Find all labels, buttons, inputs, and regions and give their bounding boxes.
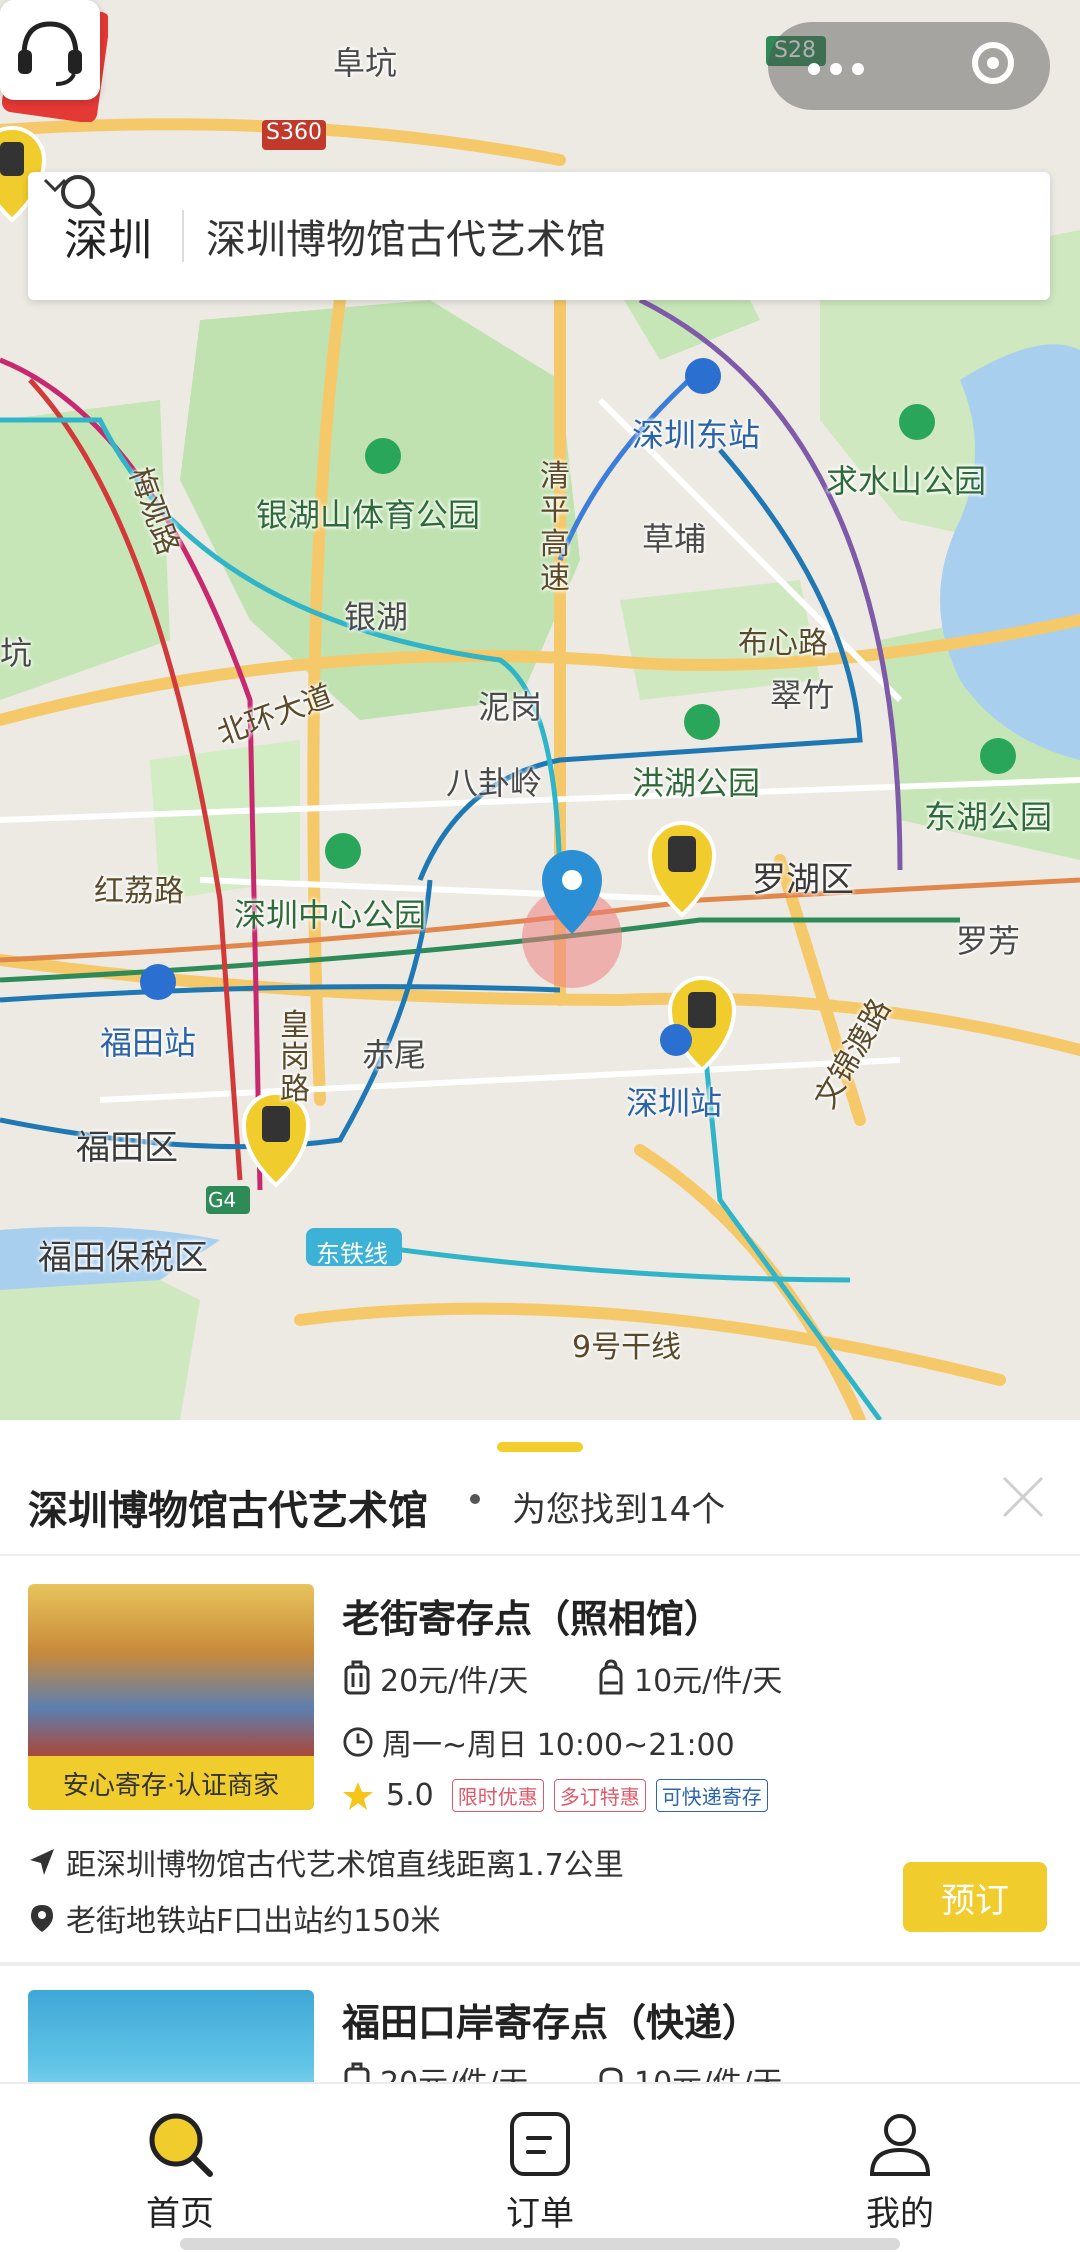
- distance-row: 距深圳博物馆古代艺术馆直线距离1.7公里: [28, 1840, 624, 1884]
- tab-orders-label: 订单: [506, 2194, 574, 2234]
- map-label-yinhu: 银湖: [344, 598, 409, 636]
- search-icon: [61, 175, 102, 216]
- divider: [182, 210, 184, 262]
- map-label-dongtie-line: 东铁线: [316, 1240, 388, 1268]
- map-label-keng: 坑: [0, 634, 33, 672]
- tab-mine[interactable]: 我的: [820, 2108, 980, 2235]
- exit-row: 老街地铁站F口出站约150米: [28, 1896, 441, 1940]
- results-panel[interactable]: 深圳博物馆古代艺术馆 为您找到14个 安心寄存·认证商家 老街寄存点（照相馆） …: [0, 1422, 1080, 2110]
- map-label-s360: S360: [266, 120, 322, 145]
- map-label-central-park: 深圳中心公园: [234, 896, 427, 934]
- store-photo[interactable]: 安心寄存·认证商家: [28, 1584, 314, 1810]
- price-bag-text: 10元/件/天: [634, 1664, 783, 1699]
- tag-multi-order: 多订特惠: [553, 1779, 646, 1812]
- opening-hours: 周一~周日 10:00~21:00: [342, 1720, 735, 1764]
- map-label-futian-station: 福田站: [100, 1024, 197, 1062]
- map-label-qingping: 清平高速: [540, 459, 570, 596]
- tab-orders[interactable]: 订单: [460, 2108, 620, 2235]
- tag-limited-offer: 限时优惠: [451, 1779, 544, 1812]
- map-label-luohu-district: 罗湖区: [752, 860, 854, 900]
- user-profile-icon: [869, 2114, 931, 2176]
- map-label-huanggang-road: 皇岗路: [280, 1008, 310, 1107]
- map-view[interactable]: 阜坑 S360 S28 深圳东站 求水山公园 银湖山体育公园 草埔 银湖 布心路…: [0, 0, 1080, 1420]
- map-label-caopu: 草埔: [642, 520, 707, 558]
- order-list-icon: [510, 2112, 570, 2176]
- search-bar[interactable]: 深圳 深圳博物馆古代艺术馆: [28, 172, 1050, 300]
- book-button[interactable]: 预订: [903, 1862, 1047, 1932]
- exit-text: 老街地铁站F口出站约150米: [66, 1904, 441, 1939]
- store-name[interactable]: 老街寄存点（照相馆）: [342, 1588, 722, 1643]
- divider: [0, 1962, 1080, 1966]
- rating-row: 5.0 限时优惠 多订特惠 可快递寄存: [342, 1778, 768, 1813]
- map-label-cuizhu: 翠竹: [770, 676, 835, 714]
- divider: [0, 1554, 1080, 1556]
- distance-text: 距深圳博物馆古代艺术馆直线距离1.7公里: [66, 1848, 624, 1883]
- price-luggage-text: 20元/件/天: [380, 1664, 529, 1699]
- price-bag: 10元/件/天: [596, 1656, 782, 1700]
- location-pin-icon: [31, 1905, 53, 1932]
- map-label-nigang: 泥岗: [478, 688, 543, 726]
- home-indicator: [180, 2238, 900, 2250]
- mini-program-capsule: [768, 22, 1050, 110]
- map-label-chiwei: 赤尾: [362, 1036, 427, 1074]
- tab-home[interactable]: 首页: [100, 2108, 260, 2235]
- close-program-icon[interactable]: [972, 42, 1014, 84]
- separator-dot: [470, 1494, 480, 1504]
- tab-mine-label: 我的: [866, 2194, 934, 2234]
- map-label-sz-east-station: 深圳东站: [632, 416, 761, 454]
- search-input[interactable]: 深圳博物馆古代艺术馆: [206, 207, 606, 265]
- map-label-luofang: 罗芳: [956, 922, 1021, 960]
- map-label-honghu-park: 洪湖公园: [632, 764, 761, 802]
- results-count: 为您找到14个: [512, 1490, 726, 1530]
- bottom-tab-bar: 首页 订单 我的: [0, 2082, 1080, 2252]
- map-label-bagualing: 八卦岭: [446, 764, 543, 802]
- map-label-fukeng: 阜坑: [333, 44, 398, 82]
- navigation-arrow-icon: [30, 1849, 54, 1875]
- results-title: 深圳博物馆古代艺术馆: [28, 1488, 428, 1534]
- tag-express: 可快递寄存: [655, 1779, 768, 1812]
- star-icon: [343, 1781, 373, 1810]
- map-label-qiushui-park: 求水山公园: [826, 462, 987, 500]
- store-name[interactable]: 福田口岸寄存点（快递）: [342, 1992, 760, 2047]
- customer-service-headset-icon[interactable]: [0, 0, 100, 100]
- map-label-donghu-park: 东湖公园: [924, 798, 1053, 836]
- backpack-icon: [599, 1659, 623, 1695]
- map-label-lizhi-road: 红荔路: [94, 874, 184, 909]
- clock-icon: [343, 1727, 373, 1757]
- map-label-g4: G4: [208, 1188, 237, 1212]
- hours-text: 周一~周日 10:00~21:00: [382, 1728, 735, 1763]
- more-icon[interactable]: [808, 60, 874, 79]
- luggage-icon: [344, 1660, 370, 1695]
- map-label-yinhu-park: 银湖山体育公园: [256, 496, 481, 534]
- map-label-main9: 9号干线: [572, 1330, 682, 1365]
- tab-home-label: 首页: [146, 2194, 214, 2234]
- price-luggage: 20元/件/天: [342, 1656, 528, 1700]
- close-icon[interactable]: [1000, 1474, 1046, 1520]
- map-label-sz-station: 深圳站: [626, 1084, 723, 1122]
- search-icon: [149, 2113, 213, 2177]
- map-label-futian-bonded: 福田保税区: [38, 1238, 208, 1278]
- drag-handle[interactable]: [497, 1442, 583, 1452]
- certified-badge: 安心寄存·认证商家: [28, 1756, 314, 1810]
- map-label-buxin-road: 布心路: [738, 626, 828, 661]
- map-label-futian-district: 福田区: [76, 1128, 178, 1168]
- rating-value: 5.0: [386, 1778, 434, 1813]
